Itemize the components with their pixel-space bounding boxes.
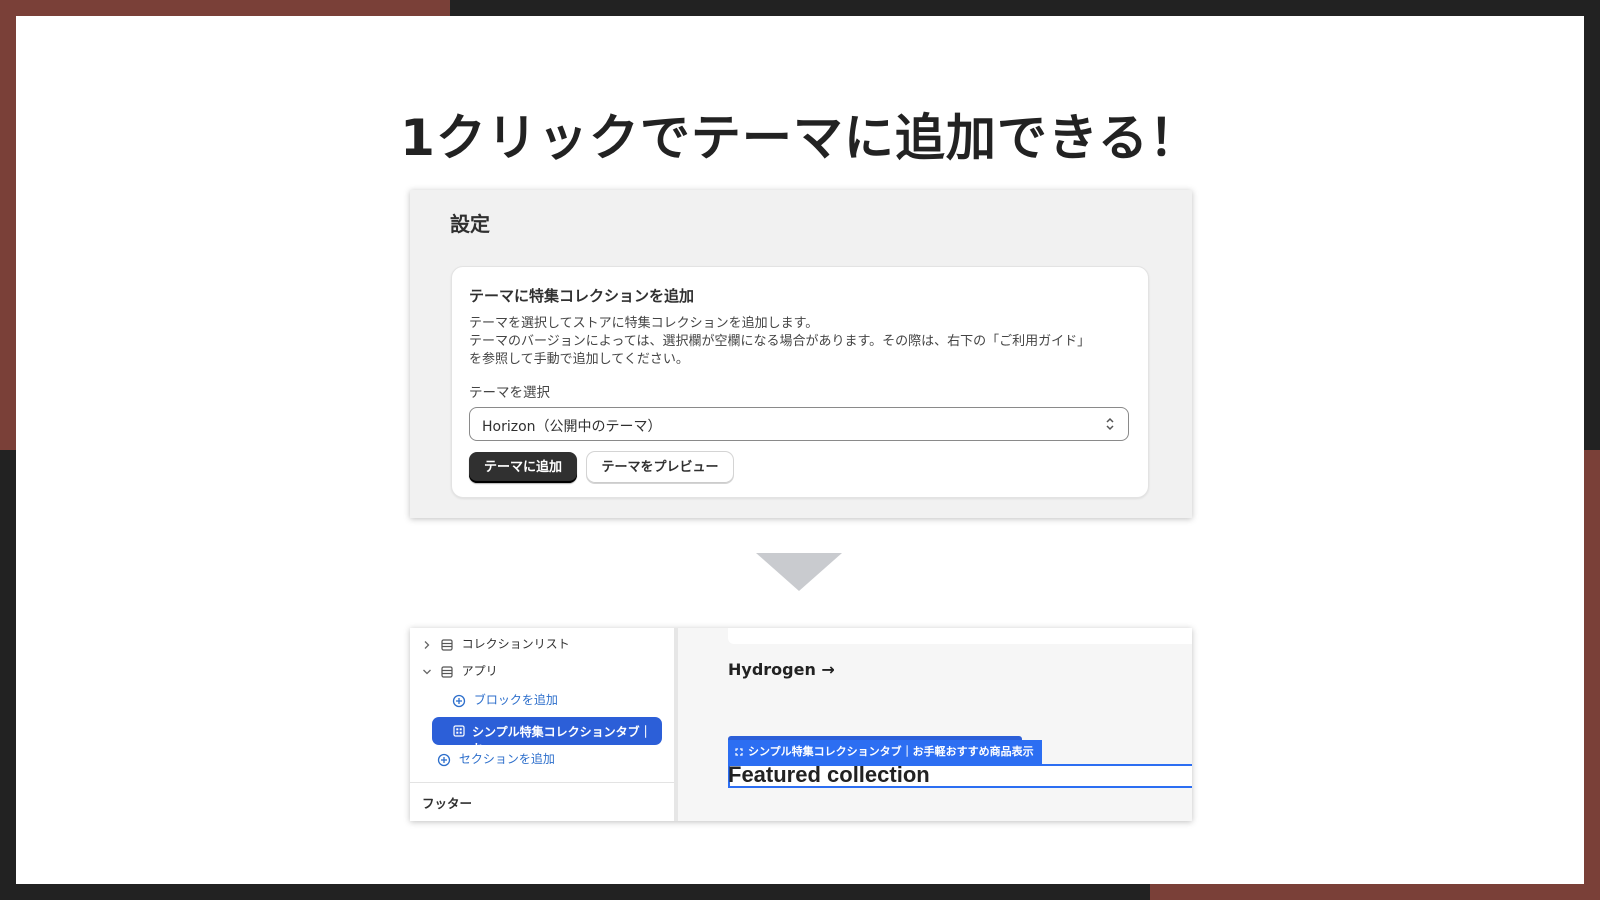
tree-item-label: コレクションリスト [461,637,570,651]
tree-item-selected-block[interactable]: シンプル特集コレクションタブ｜お... [432,717,662,756]
add-to-theme-button[interactable]: テーマに追加 [469,452,577,483]
add-to-theme-card: テーマに特集コレクションを追加 テーマを選択してストアに特集コレクションを追加し… [451,266,1149,498]
tree-item-app[interactable]: アプリ [422,662,498,679]
card-title: テーマに特集コレクションを追加 [469,287,695,305]
card-description-line: テーマを選択してストアに特集コレクションを追加します。 [469,316,819,331]
section-icon [441,665,453,678]
app-block-icon [735,748,743,756]
theme-select-value: Horizon（公開中のテーマ） [482,419,662,435]
app-block-icon [453,725,465,737]
chevron-down-icon [423,669,431,674]
theme-select-label: テーマを選択 [469,385,550,401]
selection-tab-label: シンプル特集コレクションタブ｜お手軽おすすめ商品表示 [748,745,1034,758]
theme-select[interactable]: Horizon（公開中のテーマ） [469,407,1129,441]
editor-preview: Hydrogen → シンプル特集コレクションタブ｜お手軽おすすめ商品表示 Fe… [678,628,1192,821]
slide-headline: 1クリックでテーマに追加できる！ [400,109,1200,167]
tree-item-collection-list[interactable]: コレクションリスト [422,635,570,652]
plus-circle-icon [452,694,466,707]
tree-item-label: アプリ [461,664,498,678]
settings-screenshot: 設定 テーマに特集コレクションを追加 テーマを選択してストアに特集コレクションを… [410,190,1192,518]
preview-top-bar [728,628,1192,644]
featured-collection-heading: Featured collection [728,762,930,787]
card-description-line: を参照して手動で追加してください。 [469,352,689,367]
card-description: テーマを選択してストアに特集コレクションを追加します。 テーマのバージョンによっ… [469,315,1129,369]
add-section-label: セクションを追加 [458,752,555,766]
selection-tab[interactable]: シンプル特集コレクションタブ｜お手軽おすすめ商品表示 [728,740,1042,764]
select-chevrons-icon [1106,417,1114,431]
hydrogen-link[interactable]: Hydrogen → [728,660,835,679]
plus-circle-icon [437,753,451,766]
chevron-right-icon [424,640,430,649]
add-block-label: ブロックを追加 [473,693,558,707]
down-arrow-icon [756,553,842,591]
editor-sidebar: コレクションリスト アプリ ブロックを追加 シンプル特集コレクションタブ｜お..… [410,628,678,821]
footer-group-label[interactable]: フッター [422,793,472,812]
add-section-link[interactable]: セクションを追加 [437,750,555,767]
card-description-line: テーマのバージョンによっては、選択欄が空欄になる場合があります。その際は、右下の… [469,334,1091,349]
settings-title: 設定 [450,212,490,236]
sidebar-divider [410,782,674,783]
theme-editor-screenshot: コレクションリスト アプリ ブロックを追加 シンプル特集コレクションタブ｜お..… [410,628,1192,821]
add-block-link[interactable]: ブロックを追加 [452,691,558,708]
preview-theme-button[interactable]: テーマをプレビュー [587,452,733,483]
section-icon [441,638,453,651]
